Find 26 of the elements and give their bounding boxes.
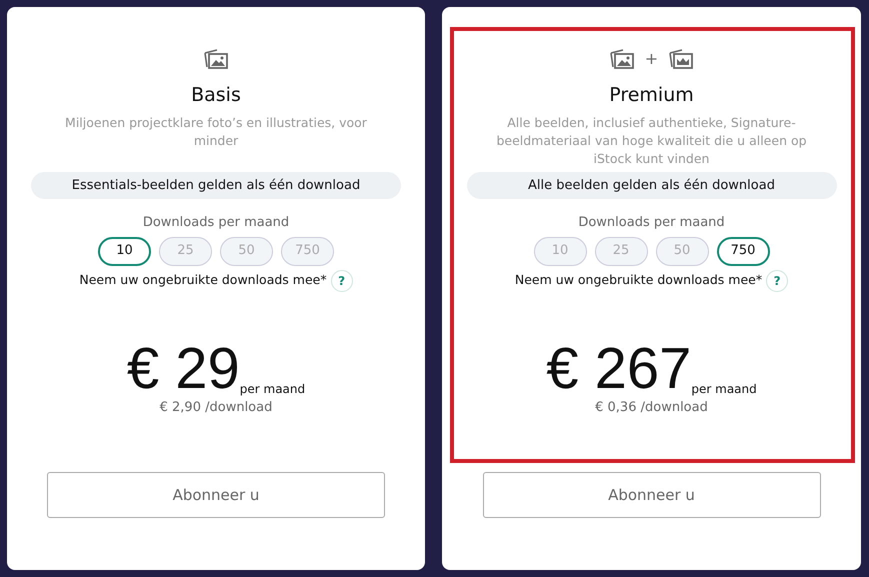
download-option[interactable]: 10 xyxy=(98,236,151,266)
price-period: per maand xyxy=(240,380,306,398)
price: € 267 xyxy=(546,340,692,398)
plan-title: Premium xyxy=(609,83,694,108)
plan-description: Alle beelden, inclusief authentieke, Signature-beeldmateriaal van hoge kwaliteit die u alleen op iStock kunt vinden xyxy=(495,114,808,168)
photo-icon xyxy=(608,47,635,71)
plan-description: Miljoenen projectklare foto’s en illustraties, voor minder xyxy=(64,114,368,150)
price-period: per maand xyxy=(691,380,757,398)
plus-sign: + xyxy=(644,48,658,70)
rollover-text: Neem uw ongebruikte downloads mee* xyxy=(514,271,762,290)
downloads-label: Downloads per maand xyxy=(142,214,290,232)
per-download-price: € 0,36 /download xyxy=(595,398,708,416)
price: € 29 xyxy=(126,340,240,398)
rollover-text: Neem uw ongebruikte downloads mee* xyxy=(79,271,327,290)
subscribe-button[interactable]: Abonneer u xyxy=(482,472,820,518)
per-download-price: € 2,90 /download xyxy=(160,398,272,416)
photo-icon xyxy=(203,47,229,71)
plan-title: Basis xyxy=(191,83,241,108)
help-button[interactable]: ? xyxy=(766,270,788,292)
info-pill: Alle beelden gelden als één download xyxy=(466,172,836,199)
crown-photo-icon xyxy=(668,47,694,71)
info-pill: Essentials-beelden gelden als één download xyxy=(31,172,401,199)
help-button[interactable]: ? xyxy=(330,270,353,292)
download-option[interactable]: 750 xyxy=(716,236,770,266)
subscribe-button[interactable]: Abonneer u xyxy=(47,472,385,518)
downloads-label: Downloads per maand xyxy=(578,214,725,232)
